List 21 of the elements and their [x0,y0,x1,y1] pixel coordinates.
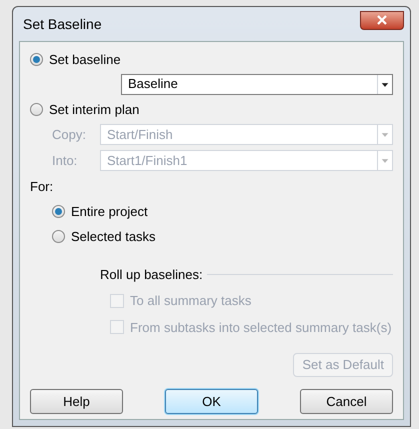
radio-label: Set interim plan [49,100,140,119]
field-label: Into: [52,152,78,170]
radio-button[interactable] [52,204,65,218]
window-title: Set Baseline [22,14,102,34]
radio-label: Entire project [71,202,148,221]
radio-button[interactable] [30,102,43,116]
close-button[interactable] [360,10,404,30]
radio-button[interactable] [30,53,43,66]
checkbox-label: From subtasks into selected summary task(s) [130,318,392,337]
section-label: For: [30,178,54,196]
radio-label: Set baseline [49,51,121,69]
baseline-dropdown[interactable]: Baseline [121,74,393,94]
field-label: Copy: [52,126,87,144]
close-icon [377,15,387,25]
radio-button[interactable] [52,230,65,244]
radio-label: Selected tasks [71,228,156,246]
group-title: Roll up baselines: [100,266,203,284]
checkbox-label: To all summary tasks [130,292,252,310]
dialog-button[interactable]: Cancel [300,389,393,414]
dialog-button[interactable]: Help [30,389,123,414]
dialog-button[interactable]: OK [165,389,258,414]
